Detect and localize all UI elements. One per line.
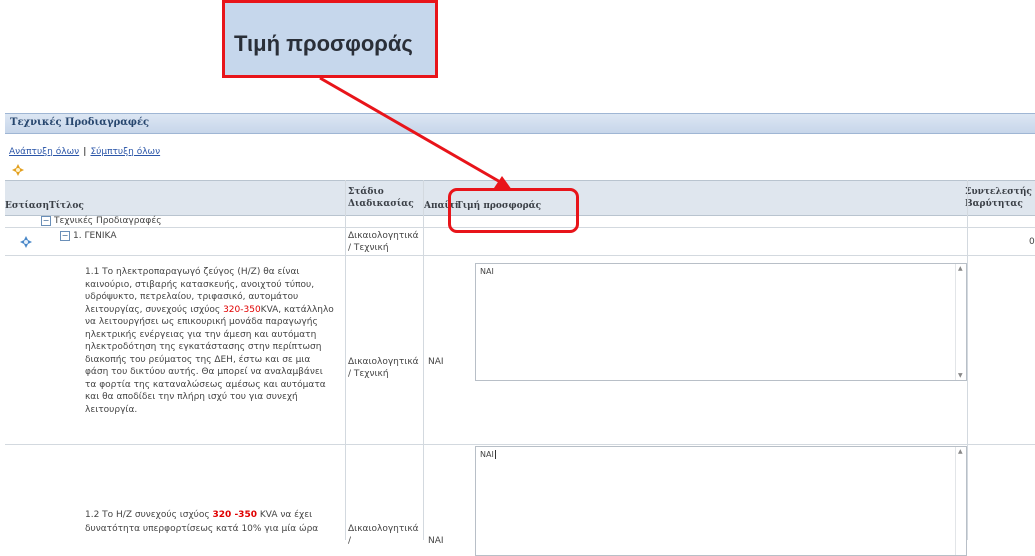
col-stage: Στάδιο Διαδικασίας <box>348 187 414 209</box>
col-focus: Εστίαση <box>5 201 50 211</box>
item-1-1-offer-input[interactable]: ΝΑΙ ▲ ▼ <box>475 263 967 381</box>
col-divider <box>345 180 346 540</box>
col-weight: Συντελεστής Βαρύτητας <box>965 187 1032 209</box>
collapse-all-link[interactable]: Σύμπτυξη όλων <box>90 147 160 157</box>
textarea-scrollbar[interactable]: ▲ <box>955 447 966 555</box>
table-row: 1.1 Το ηλεκτροπαραγωγό ζεύγος (Η/Ζ) θα ε… <box>5 256 1035 445</box>
link-separator: | <box>83 147 87 157</box>
section-title: Τεχνικές Προδιαγραφές <box>10 117 150 128</box>
text-cursor <box>494 450 496 459</box>
offer-value: ΝΑΙ <box>480 450 494 459</box>
offer-value: ΝΑΙ <box>480 267 494 276</box>
general-label: 1. ΓΕΝΙΚΑ <box>73 231 117 241</box>
zoom-callout: Τιμή προσφοράς <box>222 0 438 78</box>
general-weight: 0 <box>1029 237 1035 247</box>
general-node[interactable]: −1. ΓΕΝΙΚΑ <box>60 230 117 242</box>
focus-toggle-icon[interactable] <box>12 164 24 176</box>
expand-collapse-links: Ανάπτυξη όλων | Σύμπτυξη όλων <box>9 147 160 157</box>
general-stage: Δικαιολογητικά / Τεχνική <box>348 231 419 253</box>
textarea-scrollbar[interactable]: ▲ ▼ <box>955 264 966 380</box>
item-1-2-response: ΝΑΙ <box>428 536 444 546</box>
group-label: Τεχνικές Προδιαγραφές <box>54 216 162 226</box>
section-header: Τεχνικές Προδιαγραφές <box>5 113 1035 134</box>
item-1-1-text: 1.1 Το ηλεκτροπαραγωγό ζεύγος (Η/Ζ) θα ε… <box>85 267 334 415</box>
group-node[interactable]: − Τεχνικές Προδιαγραφές <box>41 215 161 227</box>
callout-label: Τιμή προσφοράς <box>234 31 413 56</box>
collapse-icon[interactable]: − <box>41 215 51 226</box>
focus-icon[interactable] <box>20 236 32 248</box>
col-divider <box>423 180 424 540</box>
item-1-1-stage: Δικαιολογητικά / Τεχνική <box>348 357 419 379</box>
item-1-2-text: 1.2 Το Η/Ζ συνεχούς ισχύος 320 -350 KVA … <box>85 510 319 534</box>
expand-all-link[interactable]: Ανάπτυξη όλων <box>9 147 79 157</box>
table-row: 1.2 Το Η/Ζ συνεχούς ισχύος 320 -350 KVA … <box>5 445 1035 556</box>
col-title: Τίτλος <box>49 201 84 211</box>
item-1-2-stage: Δικαιολογητικά / <box>348 524 419 546</box>
col-divider <box>967 180 968 540</box>
offer-column-highlight <box>448 188 579 233</box>
collapse-icon[interactable]: − <box>60 230 70 241</box>
item-1-1-response: ΝΑΙ <box>428 357 444 367</box>
